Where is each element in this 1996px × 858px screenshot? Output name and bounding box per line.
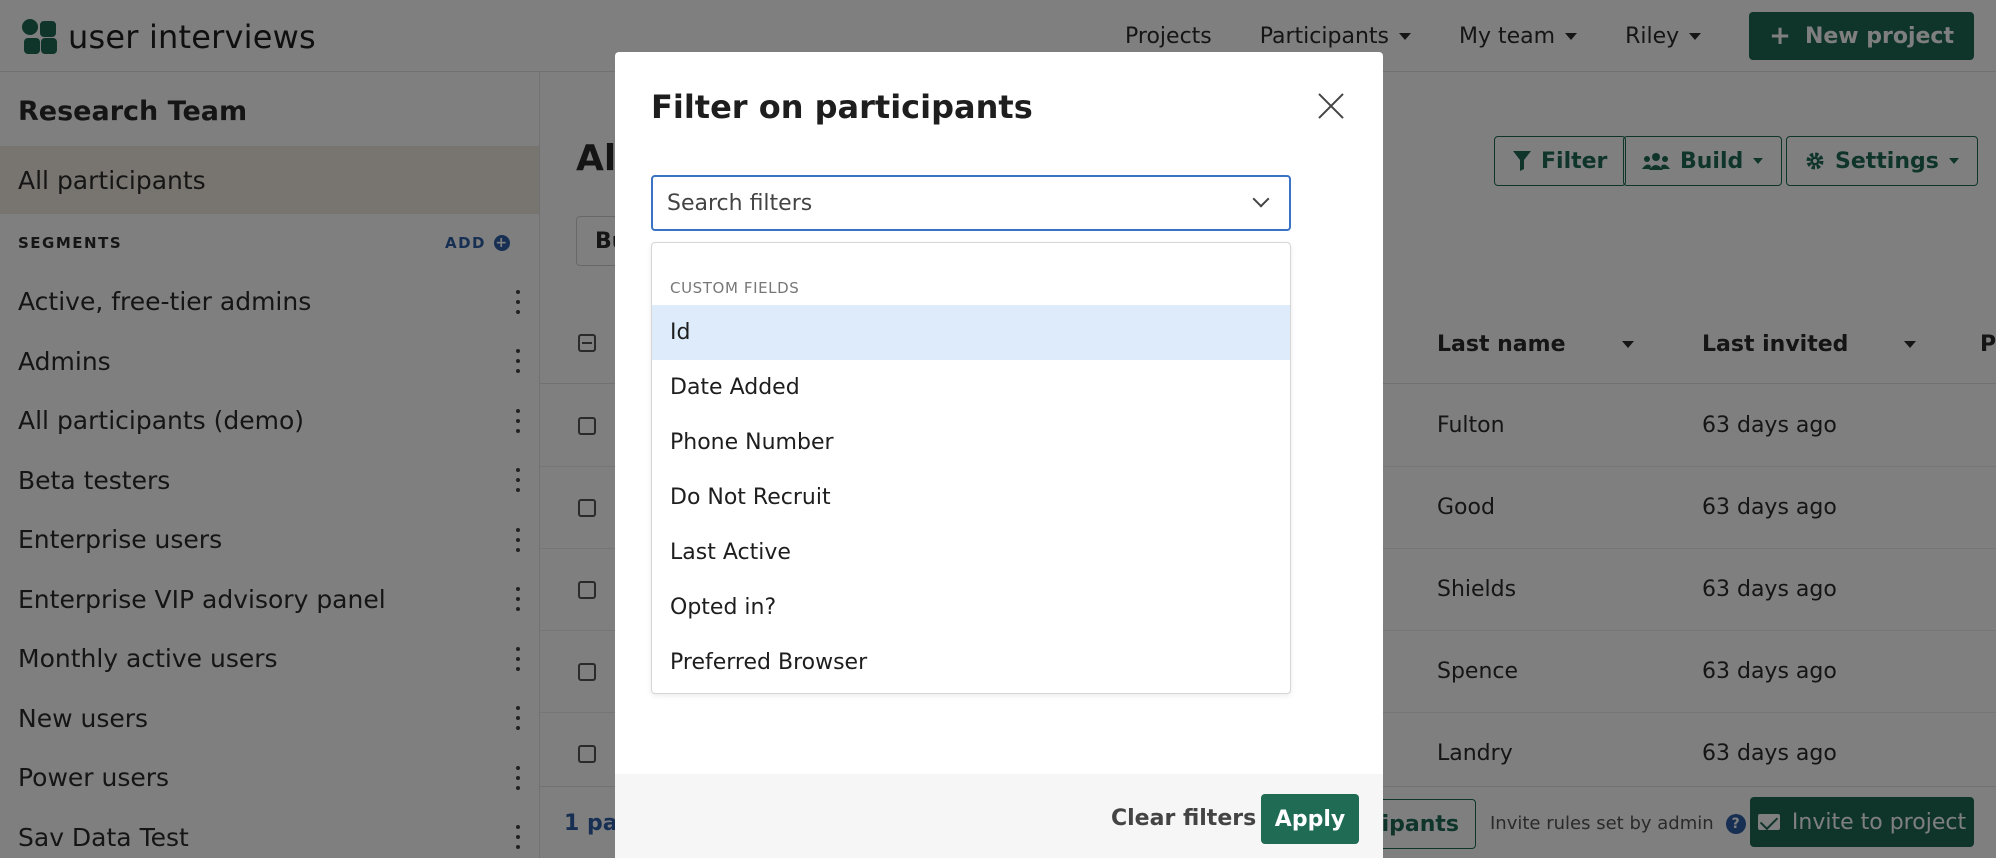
filter-option[interactable]: Opted in? (652, 580, 1290, 635)
filter-option[interactable]: Preferred Browser (652, 635, 1290, 690)
filter-option[interactable]: Date Added (652, 360, 1290, 415)
search-filters-input[interactable] (667, 177, 1227, 229)
modal-footer: Clear filters Apply (615, 774, 1383, 858)
filter-option[interactable]: Do Not Recruit (652, 470, 1290, 525)
search-filters-select[interactable] (651, 175, 1291, 231)
apply-button[interactable]: Apply (1261, 794, 1359, 844)
modal-title: Filter on participants (651, 88, 1033, 126)
close-icon[interactable] (1317, 92, 1345, 120)
chevron-down-icon[interactable] (1252, 190, 1270, 208)
filter-option[interactable]: Phone Number (652, 415, 1290, 470)
filter-modal: Filter on participants CUSTOM FIELDS Id … (615, 52, 1383, 858)
clear-filters-button[interactable]: Clear filters (1111, 806, 1256, 831)
filter-option[interactable]: Last Active (652, 525, 1290, 580)
option-group-label: CUSTOM FIELDS (670, 279, 800, 297)
filter-option[interactable]: Id (652, 305, 1290, 360)
filter-options-menu: CUSTOM FIELDS Id Date Added Phone Number… (651, 242, 1291, 694)
